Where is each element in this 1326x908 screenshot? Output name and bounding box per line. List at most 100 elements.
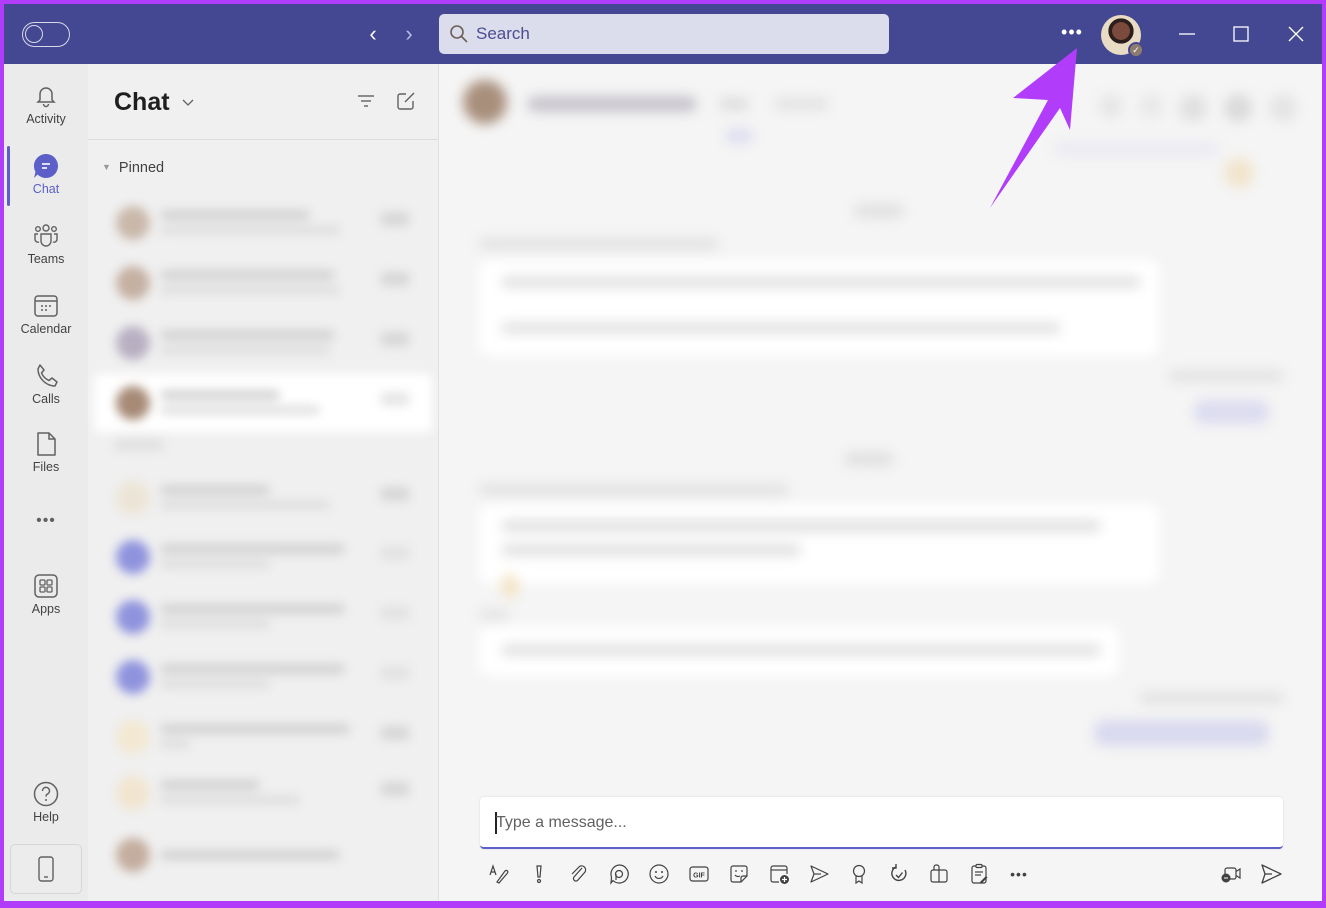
format-icon — [489, 864, 509, 884]
conversation-blurred-content — [439, 64, 1322, 784]
header-action-blurred — [1099, 94, 1123, 118]
new-chat-icon[interactable] — [395, 90, 417, 112]
chat-time-blurred — [380, 666, 410, 680]
chat-icon — [33, 153, 58, 178]
chat-preview-blurred — [160, 740, 190, 748]
send-button[interactable] — [1258, 861, 1284, 887]
chat-list-item[interactable] — [94, 194, 432, 252]
chat-name-blurred — [160, 604, 345, 614]
rail-item-teams[interactable]: Teams — [4, 214, 88, 280]
chat-name-blurred — [160, 780, 260, 790]
new-teams-toggle[interactable] — [22, 22, 70, 47]
sent-bubble-blurred — [1094, 720, 1269, 746]
more-options-button[interactable]: ••• — [1006, 861, 1032, 887]
loop-component-button[interactable] — [926, 861, 952, 887]
filter-icon[interactable] — [355, 90, 377, 112]
teams-icon — [34, 224, 58, 247]
chevron-down-icon[interactable] — [180, 94, 196, 110]
message-compose-input[interactable]: Type a message... — [480, 797, 1283, 849]
rail-item-apps[interactable]: Apps — [4, 564, 88, 630]
rail-label: Files — [32, 460, 60, 474]
more-apps-button[interactable]: ••• — [34, 512, 58, 532]
rail-label: Chat — [32, 182, 60, 196]
pinned-section-toggle[interactable]: ▼ Pinned — [102, 160, 164, 176]
chat-name-blurred — [160, 544, 345, 554]
chat-preview-blurred — [160, 680, 270, 688]
chat-time-blurred — [380, 606, 410, 620]
send-icon — [1261, 864, 1282, 884]
rail-item-files[interactable]: Files — [4, 422, 88, 488]
emoji-button[interactable] — [646, 861, 672, 887]
forms-button[interactable] — [966, 861, 992, 887]
profile-avatar[interactable]: ✓ — [1101, 15, 1144, 58]
conversation-pane: Type a message... GIF ••• — [439, 64, 1322, 901]
forward-button[interactable]: › — [397, 22, 421, 46]
chat-list-item[interactable] — [94, 764, 432, 822]
pinned-label: Pinned — [118, 160, 165, 176]
loop-icon — [610, 864, 629, 885]
meet-now-button[interactable] — [1218, 861, 1244, 887]
important-button[interactable] — [526, 861, 552, 887]
sticker-button[interactable] — [726, 861, 752, 887]
chat-name-blurred — [160, 330, 335, 340]
loop-button[interactable] — [606, 861, 632, 887]
praise-button[interactable] — [846, 861, 872, 887]
header-action-blurred — [1139, 94, 1163, 118]
rail-label: Help — [33, 810, 59, 824]
sticker-icon — [730, 865, 748, 883]
avatar — [116, 540, 150, 574]
chat-list-item[interactable] — [94, 314, 432, 372]
chat-list-pane: Chat ▼ Pinned — [88, 64, 439, 901]
chat-list-item-selected[interactable] — [94, 374, 432, 432]
chat-preview-blurred — [160, 226, 340, 234]
meta-blurred — [1054, 142, 1219, 156]
chat-list-item[interactable] — [94, 826, 432, 884]
teams-window: ‹ › Search ••• ✓ Activity Chat Teams Cal… — [4, 4, 1322, 901]
rail-item-chat[interactable]: Chat — [4, 144, 88, 210]
rail-label: Calls — [32, 392, 60, 406]
close-button[interactable] — [1281, 19, 1311, 49]
maximize-button[interactable] — [1226, 19, 1256, 49]
back-button[interactable]: ‹ — [361, 22, 385, 46]
chat-time-blurred — [380, 392, 410, 406]
gif-icon: GIF — [689, 866, 709, 882]
rail-item-activity[interactable]: Activity — [4, 74, 88, 140]
format-button[interactable] — [486, 861, 512, 887]
chat-list-header: Chat — [88, 64, 438, 140]
rail-item-calls[interactable]: Calls — [4, 354, 88, 420]
attach-button[interactable] — [566, 861, 592, 887]
chat-list-item[interactable] — [94, 254, 432, 312]
download-mobile-app-button[interactable] — [10, 844, 82, 894]
date-divider-blurred — [854, 204, 904, 218]
file-icon — [37, 432, 56, 456]
chat-list-item[interactable] — [94, 708, 432, 766]
status-available-icon: ✓ — [1128, 42, 1144, 58]
emoji-icon — [649, 864, 669, 884]
stream-button[interactable] — [806, 861, 832, 887]
chat-list-item[interactable] — [94, 469, 432, 527]
avatar — [116, 720, 150, 754]
search-input[interactable]: Search — [439, 14, 889, 54]
chat-list-item[interactable] — [94, 648, 432, 706]
chat-preview-blurred — [160, 796, 300, 804]
updates-button[interactable] — [886, 861, 912, 887]
rail-item-help[interactable]: Help — [4, 772, 88, 838]
caret-down-icon: ▼ — [102, 162, 111, 172]
rail-label: Calendar — [20, 322, 72, 336]
chat-name-blurred — [160, 724, 350, 734]
chat-preview-blurred — [160, 560, 270, 568]
chat-list-item[interactable] — [94, 588, 432, 646]
message-text-blurred — [501, 322, 1061, 334]
chat-list-item[interactable] — [94, 528, 432, 586]
minimize-button[interactable] — [1172, 19, 1202, 49]
important-icon — [536, 865, 542, 884]
schedule-meeting-button[interactable] — [766, 861, 792, 887]
search-placeholder: Search — [476, 24, 530, 43]
tab-blurred — [774, 98, 829, 110]
help-icon — [33, 781, 59, 807]
gif-button[interactable]: GIF — [686, 861, 712, 887]
settings-and-more-button[interactable]: ••• — [1060, 22, 1084, 46]
chat-list-title: Chat — [114, 88, 170, 116]
rail-item-calendar[interactable]: Calendar — [4, 284, 88, 350]
chat-name-blurred — [160, 485, 270, 495]
